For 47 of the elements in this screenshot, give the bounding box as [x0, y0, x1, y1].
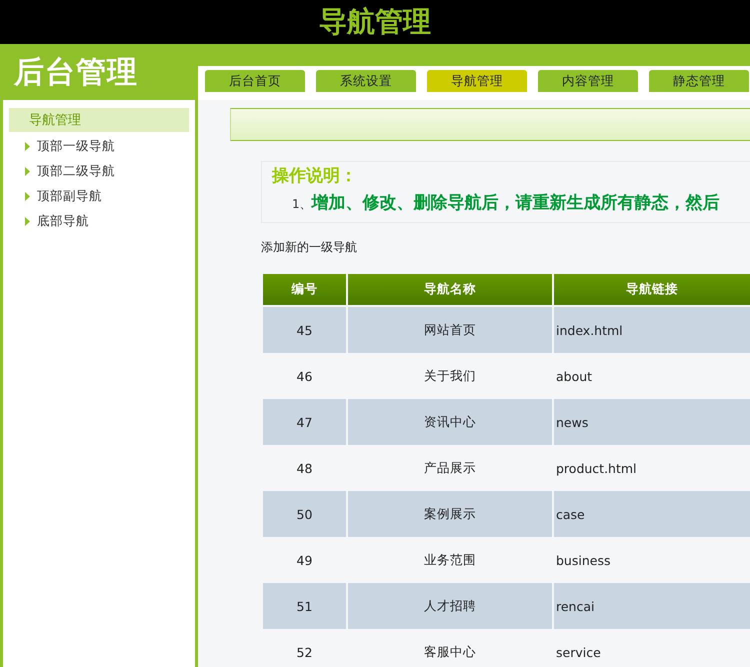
table-cell: index.html	[554, 307, 750, 353]
triangle-icon	[25, 192, 30, 201]
sidebar-item[interactable]: 顶部一级导航	[9, 134, 189, 159]
table-cell: 51	[263, 583, 346, 629]
table-cell: 人才招聘	[348, 583, 552, 629]
table-cell: 45	[263, 307, 346, 353]
table-cell-text: about	[555, 368, 594, 386]
table-cell-text: product.html	[555, 460, 638, 478]
nav-tab[interactable]: 导航管理	[427, 70, 527, 92]
sidebar-item[interactable]: 顶部二级导航	[9, 159, 189, 184]
table-cell: 47	[263, 399, 346, 445]
sidebar-item[interactable]: 顶部副导航	[9, 184, 189, 209]
sidebar-heading: 导航管理	[9, 108, 189, 132]
instruction-number: 1、	[292, 197, 312, 213]
table-cell-text: service	[555, 644, 602, 662]
column-header: 导航链接	[554, 274, 750, 307]
table-cell-text: 客服中心	[423, 642, 477, 660]
triangle-icon	[25, 217, 30, 226]
add-nav-link[interactable]: 添加新的一级导航	[261, 239, 357, 256]
table-cell-text: 业务范围	[423, 550, 477, 568]
table-cell: 网站首页	[348, 307, 552, 353]
column-header: 导航名称	[348, 274, 552, 307]
table-cell: 资讯中心	[348, 399, 552, 445]
table-cell-text: 产品展示	[423, 458, 477, 476]
nav-tab[interactable]: 后台首页	[205, 70, 305, 92]
logo-text: 后台管理	[14, 54, 138, 92]
table-cell-text: 关于我们	[423, 366, 477, 384]
table-cell-text: business	[555, 552, 612, 570]
column-header: 编号	[263, 274, 346, 307]
sidebar-item[interactable]: 底部导航	[9, 209, 189, 234]
table-cell: 案例展示	[348, 491, 552, 537]
table-cell: news	[554, 399, 750, 445]
table-cell: 50	[263, 491, 346, 537]
table-cell-text: 46	[296, 368, 314, 386]
triangle-icon	[25, 167, 30, 176]
page-title: 导航管理	[319, 4, 431, 40]
table-cell-text: 49	[296, 552, 314, 570]
table-cell: rencai	[554, 583, 750, 629]
nav-tab[interactable]: 系统设置	[316, 70, 416, 92]
table-cell-text: 52	[296, 644, 314, 662]
triangle-icon	[25, 142, 30, 151]
table-cell-text: 48	[296, 460, 314, 478]
table-cell: case	[554, 491, 750, 537]
nav-tab[interactable]: 内容管理	[538, 70, 638, 92]
instruction-text: 增加、修改、删除导航后，请重新生成所有静态，然后	[312, 192, 720, 214]
instructions-title: 操作说明：	[272, 165, 358, 187]
nav-tab[interactable]: 静态管理	[649, 70, 749, 92]
